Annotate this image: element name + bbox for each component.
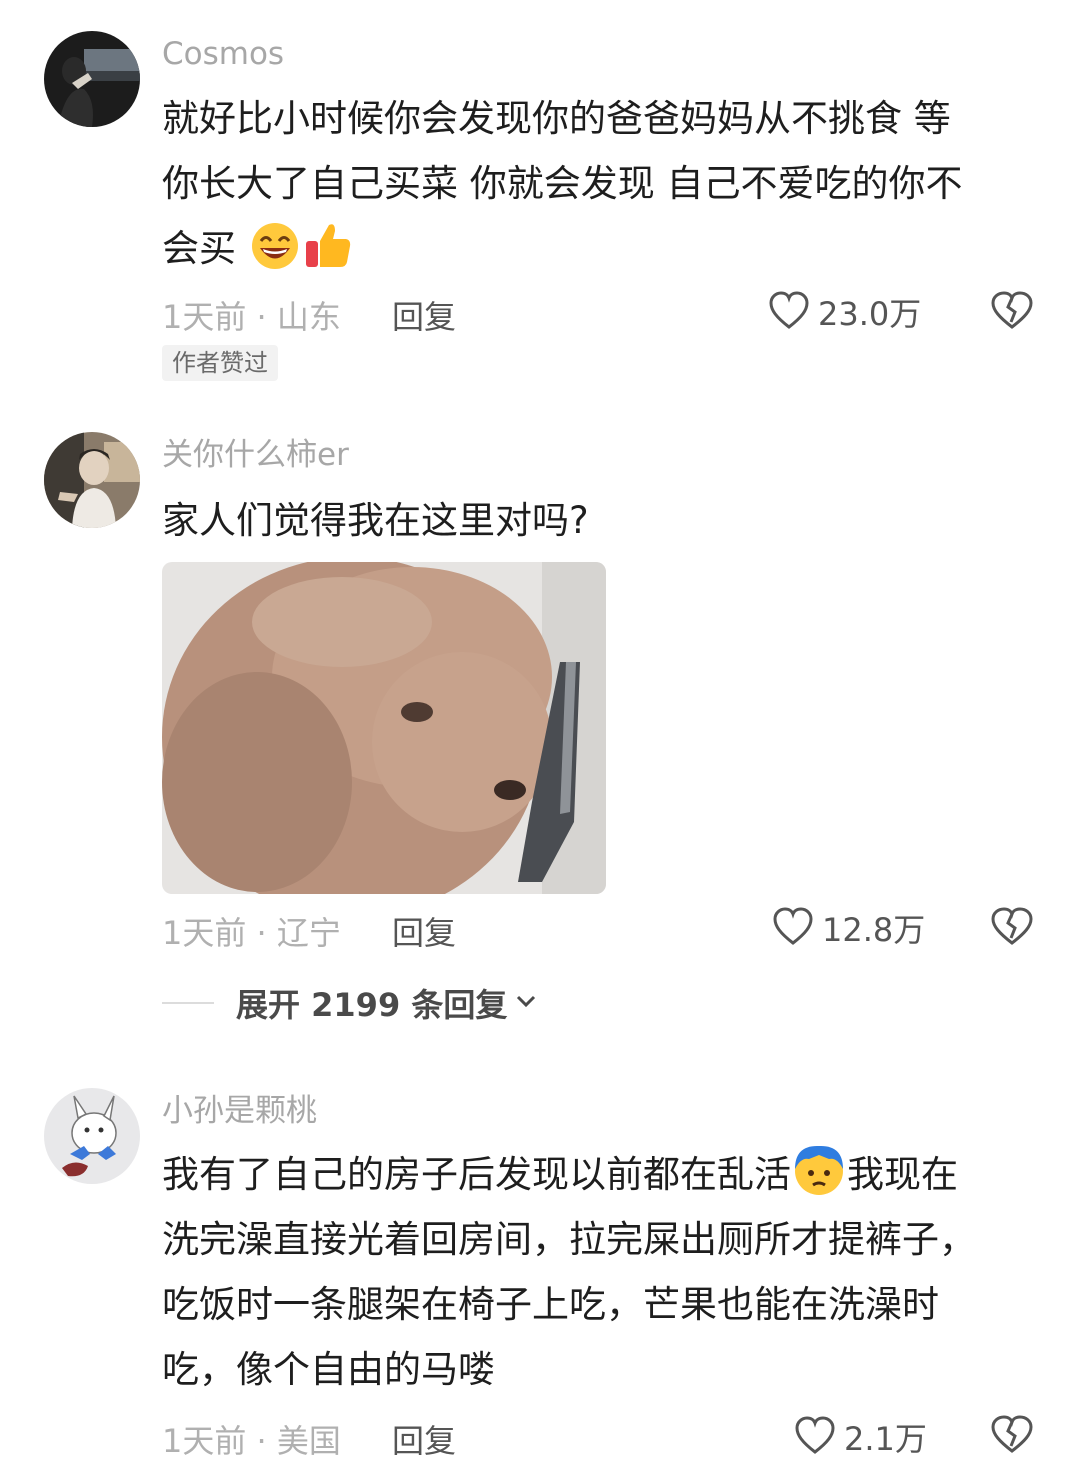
like-count: 2.1万 bbox=[844, 1420, 927, 1458]
expand-replies-button[interactable]: 展开 2199 条回复 bbox=[162, 980, 537, 1026]
username[interactable]: 关你什么柿er bbox=[162, 435, 349, 475]
divider bbox=[162, 1002, 214, 1004]
comment-text-line: 吃饭时一条腿架在椅子上吃，芒果也能在洗澡时 bbox=[162, 1283, 939, 1326]
comment-text-line-with-emoji: 会买 bbox=[162, 216, 1042, 281]
username[interactable]: Cosmos bbox=[162, 34, 284, 74]
comment-text-line: 家人们觉得我在这里对吗? bbox=[162, 499, 589, 542]
like-count: 12.8万 bbox=[822, 911, 926, 949]
comment-text-line: 会买 bbox=[162, 227, 236, 270]
grinning-face-icon bbox=[248, 221, 302, 291]
chevron-down-icon bbox=[515, 993, 537, 1013]
comment-text-line: 你长大了自己买菜 你就会发现 自己不爱吃的你不 bbox=[162, 162, 963, 205]
comment-text: 家人们觉得我在这里对吗? bbox=[162, 488, 1042, 553]
heart-icon bbox=[768, 290, 810, 334]
comment-text-line: 我现在 bbox=[847, 1153, 958, 1196]
reply-button[interactable]: 回复 bbox=[392, 292, 456, 338]
like-count: 23.0万 bbox=[818, 295, 922, 333]
broken-heart-icon[interactable] bbox=[990, 1414, 1034, 1458]
comment-text-line: 我有了自己的房子后发现以前都在乱活 bbox=[162, 1153, 791, 1196]
comment-text-line: 就好比小时候你会发现你的爸爸妈妈从不挑食 等 bbox=[162, 97, 951, 140]
like-button[interactable]: 12.8万 bbox=[772, 905, 925, 951]
thumbs-up-icon bbox=[302, 219, 354, 291]
broken-heart-icon[interactable] bbox=[990, 290, 1034, 334]
time-location: 1天前 · 山东 bbox=[162, 298, 341, 336]
expand-replies-label: 展开 2199 条回复 bbox=[236, 986, 508, 1024]
reply-button[interactable]: 回复 bbox=[392, 1416, 456, 1462]
comment-text-line-with-emoji: 我有了自己的房子后发现以前都在乱活 我现在 bbox=[162, 1142, 1042, 1207]
avatar[interactable] bbox=[44, 31, 140, 127]
comment-text-line: 吃，像个自由的马喽 bbox=[162, 1348, 495, 1391]
sweating-face-icon bbox=[791, 1143, 847, 1217]
comment-text: 就好比小时候你会发现你的爸爸妈妈从不挑食 等 你长大了自己买菜 你就会发现 自己… bbox=[162, 86, 1042, 281]
avatar[interactable] bbox=[44, 432, 140, 528]
like-button[interactable]: 2.1万 bbox=[794, 1414, 927, 1460]
broken-heart-icon[interactable] bbox=[990, 906, 1034, 950]
like-button[interactable]: 23.0万 bbox=[768, 289, 921, 335]
poodle-meme-image[interactable] bbox=[162, 562, 606, 894]
time-location: 1天前 · 美国 bbox=[162, 1422, 341, 1460]
heart-icon bbox=[794, 1415, 836, 1459]
comment-text: 我有了自己的房子后发现以前都在乱活 我现在 洗完澡直接光着回房间，拉完屎出厕所才… bbox=[162, 1142, 1042, 1402]
avatar[interactable] bbox=[44, 1088, 140, 1184]
heart-icon bbox=[772, 906, 814, 950]
time-location: 1天前 · 辽宁 bbox=[162, 914, 341, 952]
username[interactable]: 小孙是颗桃 bbox=[162, 1091, 317, 1131]
reply-button[interactable]: 回复 bbox=[392, 908, 456, 954]
author-liked-badge: 作者赞过 bbox=[162, 345, 278, 381]
comment-text-line: 洗完澡直接光着回房间，拉完屎出厕所才提裤子， bbox=[162, 1218, 976, 1261]
